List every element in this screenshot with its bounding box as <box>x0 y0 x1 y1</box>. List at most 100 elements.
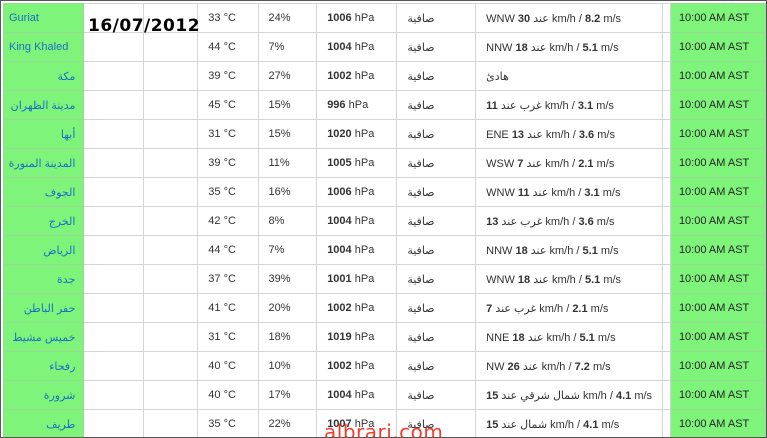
city-link[interactable]: خميس مشيط <box>2 322 85 352</box>
value: °C <box>223 244 236 256</box>
value: مدينة الظهران <box>10 99 76 112</box>
value: شرورة <box>43 389 76 402</box>
humidity-cell: 7% <box>257 32 318 62</box>
value: m/s <box>592 360 611 373</box>
value: خميس مشيط <box>12 331 76 344</box>
wind-cell: WSW 7 عند km/h / 2.1 m/s <box>475 148 663 178</box>
value: 996 <box>327 99 346 111</box>
value: عند <box>501 389 518 402</box>
value: 35 <box>208 186 221 198</box>
value: طريف <box>46 418 76 431</box>
empty-cell <box>142 409 199 437</box>
wind-cell: NW 26 عند km/h / 7.2 m/s <box>475 351 663 381</box>
value: km/h <box>551 273 576 286</box>
city-link[interactable]: المدينة المنورة <box>2 148 85 178</box>
pressure-cell: 1005 hPa <box>316 148 398 178</box>
value: hPa <box>354 389 375 401</box>
value: 10:00 AM AST <box>678 215 750 227</box>
value: 27% <box>268 70 291 82</box>
value: 3.6 <box>578 215 594 228</box>
value: 15 <box>486 418 499 431</box>
value: 10:00 AM AST <box>678 186 750 198</box>
humidity-cell: 20% <box>257 293 318 323</box>
value: 3.1 <box>584 186 600 199</box>
humidity-cell: 8% <box>257 206 318 236</box>
value: 2.1 <box>578 157 594 170</box>
value: km/h <box>550 418 574 431</box>
value: °C <box>223 418 236 430</box>
value: 1019 <box>327 331 352 343</box>
value: 10:00 AM AST <box>678 157 750 169</box>
table-row: حفر الباطن 41 °C 20% 1002 hPa صافية 7 غرب عند… <box>2 293 766 323</box>
table-row: المدينة المنورة 39 °C 11% 1005 hPa صافية WSW … <box>2 148 766 178</box>
value: m/s <box>602 186 621 199</box>
city-link[interactable]: الرياض <box>2 235 85 265</box>
value: hPa <box>354 70 375 82</box>
value: WNW <box>486 273 515 286</box>
value: 10:00 AM AST <box>678 331 750 343</box>
humidity-cell: 22% <box>257 409 318 437</box>
empty-cell <box>83 32 144 62</box>
city-link[interactable]: رفحاء <box>2 351 85 381</box>
condition-cell: صافية <box>396 351 477 381</box>
humidity-cell: 10% <box>257 351 318 381</box>
city-link[interactable]: Guriat <box>2 3 85 33</box>
spacer-cell <box>661 293 671 323</box>
value: Guriat <box>9 12 39 24</box>
value: 3.6 <box>578 128 595 141</box>
value: صافية <box>407 12 435 25</box>
temperature-cell: 35 °C <box>197 409 259 437</box>
value: عند <box>527 128 543 141</box>
temperature-cell: 40 °C <box>197 380 259 410</box>
humidity-cell: 17% <box>257 380 318 410</box>
value: 2.1 <box>572 302 588 315</box>
value: عند <box>530 41 547 54</box>
city-link[interactable]: جدة <box>2 264 85 294</box>
temperature-cell: 31 °C <box>197 119 259 149</box>
value: °C <box>223 128 236 140</box>
city-link[interactable]: حفر الباطن <box>2 293 85 323</box>
condition-cell: صافية <box>396 177 477 207</box>
value: m/s <box>597 331 616 344</box>
pressure-cell: 1002 hPa <box>316 351 398 381</box>
observation-time: 10:00 AM AST <box>669 264 766 294</box>
pressure-cell: 1019 hPa <box>316 322 398 352</box>
condition-cell: صافية <box>396 119 477 149</box>
humidity-cell: 39% <box>257 264 318 294</box>
table-row: King Khaled 44 °C 7% 1004 hPa صافية NNW 18 عن… <box>2 32 766 62</box>
table-row: الرياض 44 °C 7% 1004 hPa صافية NNW 18 عند km/… <box>2 235 766 265</box>
city-link[interactable]: مدينة الظهران <box>2 90 85 120</box>
empty-cell <box>142 90 199 120</box>
value: 5.1 <box>584 273 601 286</box>
value: m/s <box>597 128 615 141</box>
value: °C <box>223 41 236 53</box>
wind-cell: NNW 18 عند km/h / 5.1 m/s <box>475 32 663 62</box>
city-link[interactable]: طريف <box>2 409 85 437</box>
city-link[interactable]: الخرج <box>2 206 85 236</box>
value: رفحاء <box>49 360 76 373</box>
value: 10:00 AM AST <box>678 41 750 53</box>
value: m/s <box>590 302 609 315</box>
value: 17% <box>268 389 291 401</box>
wind-cell: NNW 18 عند km/h / 5.1 m/s <box>475 235 663 265</box>
value: صافية <box>407 99 435 112</box>
city-link[interactable]: شرورة <box>2 380 85 410</box>
value: عند <box>533 12 549 25</box>
city-link[interactable]: مكة <box>2 61 85 91</box>
value: غرب <box>519 99 542 112</box>
temperature-cell: 44 °C <box>197 235 259 265</box>
value: عند <box>501 418 518 431</box>
value: °C <box>223 99 236 111</box>
value: WSW <box>486 157 515 170</box>
value: 10:00 AM AST <box>678 360 750 372</box>
city-link[interactable]: King Khaled <box>2 32 85 62</box>
value: 1004 <box>327 389 352 401</box>
value: hPa <box>354 12 375 24</box>
value: NNW <box>486 41 513 54</box>
city-link[interactable]: الجوف <box>2 177 85 207</box>
pressure-cell: 1004 hPa <box>316 32 398 62</box>
city-link[interactable]: أبها <box>2 119 85 149</box>
observation-time: 10:00 AM AST <box>669 351 766 381</box>
value: 44 <box>208 244 221 256</box>
value: 13 <box>486 215 499 228</box>
